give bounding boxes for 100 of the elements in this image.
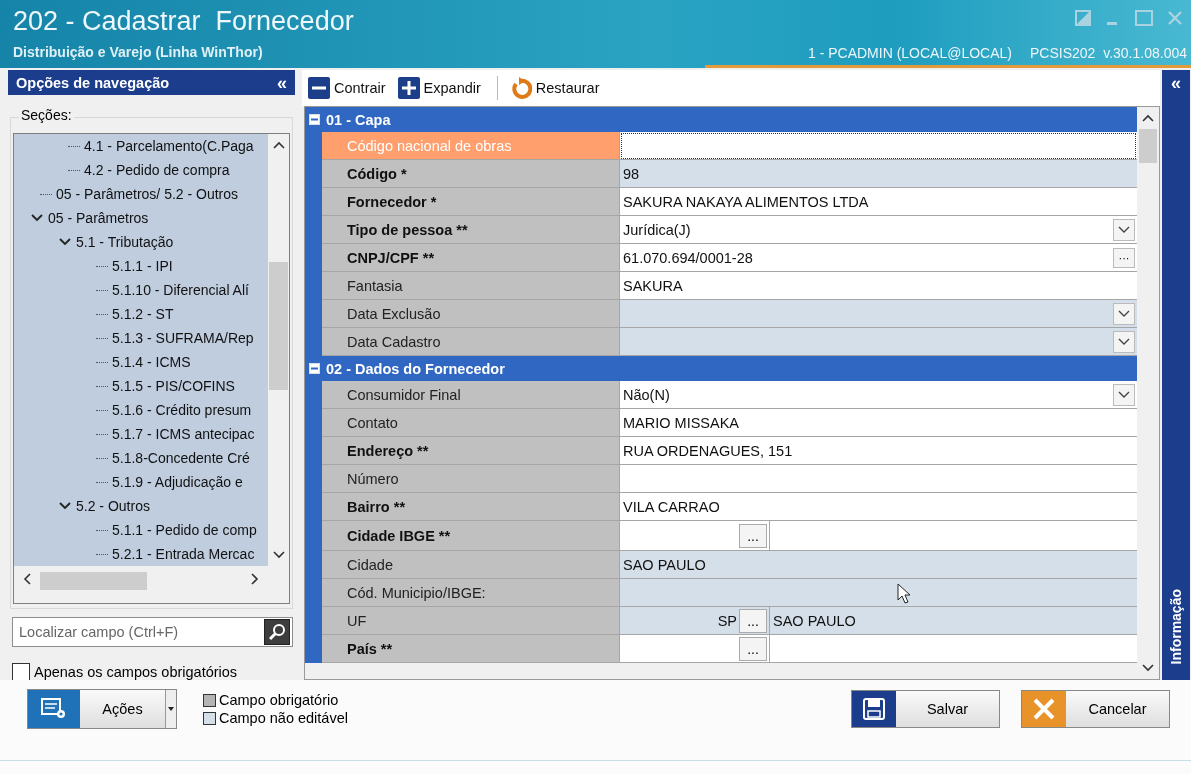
ellipsis-button[interactable]: ··· [1113,247,1135,268]
field-label[interactable]: Cidade IBGE ** [322,521,620,551]
expand-button[interactable]: « [1171,74,1181,92]
side-panel-tab[interactable]: Informação [1168,588,1184,664]
field-label[interactable]: Tipo de pessoa ** [322,216,620,244]
tree-item[interactable]: 05 - Parâmetros/ 5.2 - Outros [56,186,239,202]
circular-arrow-icon [509,77,532,99]
chevron-down-icon [1118,338,1130,345]
field-label[interactable]: Código * [322,160,620,188]
legend-label: Campo não editável [219,709,348,727]
tree-item[interactable]: 5.2 - Outros [76,498,150,514]
toolbar-button[interactable]: Expandir [395,75,487,101]
tree-item[interactable]: 5.1.3 - SUFRAMA/Rep [112,330,254,346]
tree-item[interactable]: 5.1.4 - ICMS [112,354,191,370]
field-value[interactable]: MARIO MISSAKA [620,409,1137,437]
field-label[interactable]: País ** [322,635,620,663]
lookup-field[interactable]: SP ... SAO PAULO [620,607,1137,635]
field-value[interactable] [620,328,1137,356]
field-value[interactable]: SAO PAULO [620,551,1137,579]
scroll-left-icon [22,572,32,586]
tree-item[interactable]: 5.1.9 - Adjudicação e [112,474,243,490]
tree-item[interactable]: 5.1.8-Concedente Cré [112,450,250,466]
field-label[interactable]: Cidade [322,551,620,579]
checkbox[interactable] [12,663,30,681]
restore-icon[interactable] [1075,10,1091,26]
field-label[interactable]: Contato [322,409,620,437]
scrollbar-thumb[interactable] [40,572,147,590]
field-label[interactable]: Endereço ** [322,437,620,465]
tree-item[interactable]: 5.1.10 - Diferencial Alí [112,282,249,298]
field-value[interactable]: 98 [620,160,1137,188]
field-value[interactable] [620,300,1137,328]
lookup-button[interactable]: ... [739,608,767,633]
scroll-down-icon [1141,663,1155,673]
field-value[interactable]: 61.070.694/0001-28 ··· [620,244,1137,272]
field-value[interactable]: VILA CARRAO [620,493,1137,521]
save-button[interactable]: Salvar [851,690,1000,728]
vertical-scrollbar[interactable] [268,134,289,566]
field-value[interactable] [620,132,1137,160]
group-label: Seções: [19,107,74,123]
search-icon [268,623,286,641]
field-value[interactable] [620,465,1137,493]
collapse-button[interactable]: « [277,73,287,92]
lookup-field[interactable]: ... [620,635,1137,663]
field-label[interactable]: CNPJ/CPF ** [322,244,620,272]
lookup-field[interactable]: ... [620,521,1137,551]
tree-item[interactable]: 5.1.7 - ICMS antecipac [112,426,255,442]
tree-item[interactable]: 5.1.1 - IPI [112,258,173,274]
field-label[interactable]: Bairro ** [322,493,620,521]
panel-title: Opções de navegação [16,74,170,91]
tree-item[interactable]: 5.1.5 - PIS/COFINS [112,378,235,394]
dropdown-button[interactable] [1113,302,1135,325]
close-icon[interactable] [1167,10,1183,26]
field-value[interactable]: RUA ORDENAGUES, 151 [620,437,1137,465]
chevron-down-icon [1118,310,1130,317]
legend-label: Campo obrigatório [219,691,339,709]
value-text: VILA CARRAO [623,498,720,515]
field-value[interactable]: SAKURA NAKAYA ALIMENTOS LTDA [620,188,1137,216]
field-value[interactable]: Não(N) [620,381,1137,409]
dropdown-button[interactable] [1113,218,1135,241]
group-header[interactable]: 02 - Dados do Fornecedor [305,356,1137,381]
toolbar-button[interactable]: Contrair [306,75,392,101]
group-header[interactable]: 01 - Capa [305,107,1137,132]
tree-item[interactable]: 5.1.1 - Pedido de comp [112,522,257,538]
field-label[interactable]: Fantasia [322,272,620,300]
tree-item[interactable]: 4.2 - Pedido de compra [84,162,230,178]
toolbar-button[interactable]: Restaurar [507,75,606,101]
scrollbar-thumb[interactable] [1139,129,1157,163]
scroll-right-icon [250,572,260,586]
field-label[interactable]: Fornecedor * [322,188,620,216]
lookup-button[interactable]: ... [739,636,767,661]
tree-item[interactable]: 5.2.1 - Entrada Mercac [112,546,255,562]
field-label[interactable]: Consumidor Final [322,381,620,409]
field-label[interactable]: Número [322,465,620,493]
scrollbar-thumb[interactable] [269,262,288,390]
search-field[interactable]: Localizar campo (Ctrl+F) [12,617,293,647]
value-text: Jurídica(J) [623,221,691,238]
checkbox-label: Apenas os campos obrigatórios [34,664,238,680]
field-label[interactable]: Data Exclusão [322,300,620,328]
window-subtitle: Distribuição e Varejo (Linha WinThor) [13,44,263,60]
field-value[interactable]: SAKURA [620,272,1137,300]
field-value[interactable] [620,579,1137,607]
legend-swatch [203,711,216,725]
cancel-button[interactable]: Cancelar [1021,690,1170,728]
mouse-pointer-icon [897,583,911,605]
search-button[interactable] [264,619,290,645]
tree-item[interactable]: 05 - Parâmetros [48,210,149,226]
actions-button[interactable]: Ações [27,689,177,729]
tree-item[interactable]: 5.1 - Tributação [76,234,174,250]
tree-item[interactable]: 5.1.6 - Crédito presum [112,402,252,418]
version-label: PCSIS202 v.30.1.08.004 [1030,45,1187,63]
maximize-icon[interactable] [1135,10,1153,26]
field-label[interactable]: Data Cadastro [322,328,620,356]
field-label[interactable]: UF [322,607,620,635]
dropdown-button[interactable] [1113,383,1135,406]
lookup-button[interactable]: ... [739,523,767,548]
tree-item[interactable]: 4.1 - Parcelamento(C.Paga [84,138,254,154]
tree-item[interactable]: 5.1.2 - ST [112,306,174,322]
field-label[interactable]: Cód. Municipio/IBGE: [322,579,620,607]
dropdown-button[interactable] [1113,330,1135,353]
field-value[interactable]: Jurídica(J) [620,216,1137,244]
